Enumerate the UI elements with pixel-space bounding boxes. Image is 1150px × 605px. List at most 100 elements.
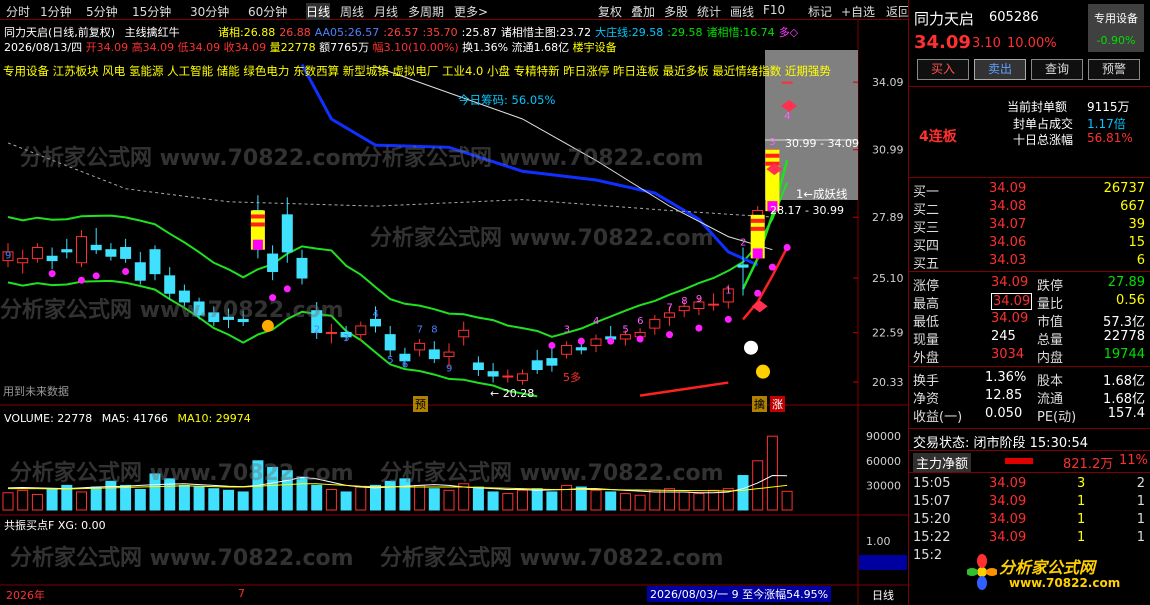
indicator-value: :25.87 bbox=[461, 26, 497, 39]
menu-7[interactable]: 周线 bbox=[340, 3, 364, 20]
sequence-number: 8 bbox=[681, 296, 687, 307]
main-flow-label[interactable]: 主力净额 bbox=[913, 453, 972, 472]
main-flow-value: 821.2万 bbox=[1063, 457, 1114, 472]
menu-right-3[interactable]: 统计 bbox=[697, 3, 721, 20]
signal-dot bbox=[122, 267, 130, 275]
volume-bar bbox=[46, 488, 58, 511]
menu-right-6[interactable]: 标记 bbox=[808, 3, 832, 20]
bid-volume: 667 bbox=[1120, 199, 1145, 214]
sector-box[interactable]: 专用设备 -0.90% bbox=[1088, 4, 1144, 52]
menu-8[interactable]: 月线 bbox=[374, 3, 398, 20]
menu-right-1[interactable]: 叠加 bbox=[631, 3, 655, 20]
candle-body bbox=[164, 275, 176, 294]
volume-bar bbox=[237, 491, 249, 511]
menu-4[interactable]: 30分钟 bbox=[190, 3, 229, 20]
candle-body bbox=[487, 371, 499, 377]
volume-bar bbox=[531, 488, 543, 511]
menu-1[interactable]: 1分钟 bbox=[40, 3, 72, 20]
candle-body bbox=[443, 351, 455, 357]
period-label[interactable]: 日线 bbox=[872, 587, 894, 603]
volume-bar bbox=[193, 486, 205, 511]
menu-3[interactable]: 15分钟 bbox=[132, 3, 171, 20]
stats2-row: 净资 12.85 流通 1.68亿 bbox=[913, 388, 1145, 407]
seal-order-label: 当前封单额 bbox=[1007, 100, 1068, 114]
signal-base bbox=[252, 239, 263, 250]
bid-label: 买一 bbox=[913, 185, 940, 200]
sequence-number: 1 bbox=[725, 285, 731, 296]
stats-row: 最低 34.09 市值 57.3亿 bbox=[913, 311, 1145, 330]
volume-bar bbox=[223, 489, 234, 511]
sequence-number: 6 bbox=[402, 359, 408, 370]
alert-button[interactable]: 预警 bbox=[1088, 59, 1140, 80]
candle-body bbox=[223, 316, 234, 320]
last-price: 34.09 bbox=[914, 32, 971, 53]
query-button[interactable]: 查询 bbox=[1031, 59, 1083, 80]
divider bbox=[909, 177, 1150, 178]
menu-right-5[interactable]: F10 bbox=[763, 3, 785, 17]
volume-bar bbox=[311, 484, 323, 511]
bid-volume: 6 bbox=[1136, 253, 1145, 268]
candle-body bbox=[105, 249, 117, 257]
indicator-value: 多◇ bbox=[778, 26, 799, 39]
price-change-pct: 10.00% bbox=[1007, 36, 1057, 51]
tick-row: 15:20 34.09 1 1 bbox=[913, 512, 1145, 527]
volume-bar bbox=[399, 478, 411, 511]
candle-body bbox=[267, 253, 279, 272]
menu-right-2[interactable]: 多股 bbox=[664, 3, 688, 20]
bid-row[interactable]: 买一 34.09 26737 bbox=[913, 181, 1149, 200]
chip-range-bottom: 28.17 - 30.99 bbox=[770, 204, 844, 217]
volume-bar bbox=[178, 484, 190, 511]
indicator-values: 诸相:26.88 26.88 AA05:26.57:26.57:35.70:25.8… bbox=[218, 24, 802, 40]
diamond-icon bbox=[751, 300, 768, 313]
volume-bar bbox=[693, 493, 705, 511]
menu-right-8[interactable]: 返回 bbox=[886, 3, 910, 20]
buy-button[interactable]: 买入 bbox=[917, 59, 969, 80]
sequence-number: 3 bbox=[769, 137, 775, 148]
sequence-number: 7 bbox=[417, 324, 423, 335]
volume-bar bbox=[149, 473, 161, 511]
menu-0[interactable]: 分时 bbox=[6, 3, 30, 20]
menu-10[interactable]: 更多> bbox=[454, 3, 488, 20]
volume-bar bbox=[634, 494, 646, 511]
bid-row[interactable]: 买三 34.07 39 bbox=[913, 217, 1149, 236]
indicator-value: :29.58 bbox=[667, 26, 703, 39]
bid-label: 买五 bbox=[913, 257, 940, 272]
menu-right-0[interactable]: 复权 bbox=[598, 3, 622, 20]
bid-row[interactable]: 买四 34.06 15 bbox=[913, 235, 1149, 254]
volume-bar bbox=[90, 486, 102, 511]
trade-status: 交易状态: 闭市阶段 15:30:54 bbox=[913, 436, 1089, 451]
signal-dot bbox=[607, 337, 615, 345]
sequence-number: 6 bbox=[637, 316, 643, 327]
chart-title: 同力天启(日线,前复权) 主线擒红牛 bbox=[4, 26, 180, 39]
flower-icon bbox=[967, 554, 997, 590]
bid-row[interactable]: 买五 34.03 6 bbox=[913, 253, 1149, 272]
volume-bar bbox=[546, 491, 558, 511]
main-flow-pct: 11% bbox=[1119, 453, 1148, 468]
range-info[interactable]: 2026/08/03/一 9 至今涨幅54.95% bbox=[647, 586, 832, 602]
candle-body bbox=[575, 347, 587, 351]
sequence-number: 9 bbox=[696, 294, 702, 305]
volume-bar bbox=[384, 480, 396, 511]
bid-label: 买三 bbox=[913, 221, 940, 236]
signal-dot bbox=[768, 263, 776, 271]
candle-body bbox=[737, 264, 749, 268]
menu-5[interactable]: 60分钟 bbox=[248, 3, 287, 20]
sell-button[interactable]: 卖出 bbox=[974, 59, 1026, 80]
stats-row: 现量 245 总量 22778 bbox=[913, 329, 1145, 348]
menu-9[interactable]: 多周期 bbox=[408, 3, 444, 20]
menu-right-4[interactable]: 画线 bbox=[730, 3, 754, 20]
menu-right-7[interactable]: +自选 bbox=[841, 3, 875, 20]
volume-header: VOLUME: 22778 MA5: 41766 MA10: 29974 bbox=[4, 412, 251, 425]
menu-2[interactable]: 5分钟 bbox=[86, 3, 118, 20]
chart-area[interactable]: 34.0930.9927.8925.1022.5920.3392345 67 893… bbox=[0, 20, 908, 605]
volume-axis-label: 30000 bbox=[866, 479, 901, 492]
candle-body bbox=[649, 318, 661, 329]
bid-row[interactable]: 买二 34.08 667 bbox=[913, 199, 1149, 218]
menu-6[interactable]: 日线 bbox=[306, 3, 331, 20]
volume-bar bbox=[649, 489, 661, 511]
stats2-row: 收益(一) 0.050 PE(动) 157.4 bbox=[913, 406, 1145, 425]
sequence-number: 9 bbox=[446, 364, 452, 375]
signal-base bbox=[752, 248, 763, 259]
volume-bar bbox=[134, 489, 146, 511]
signal-dot bbox=[92, 272, 100, 280]
